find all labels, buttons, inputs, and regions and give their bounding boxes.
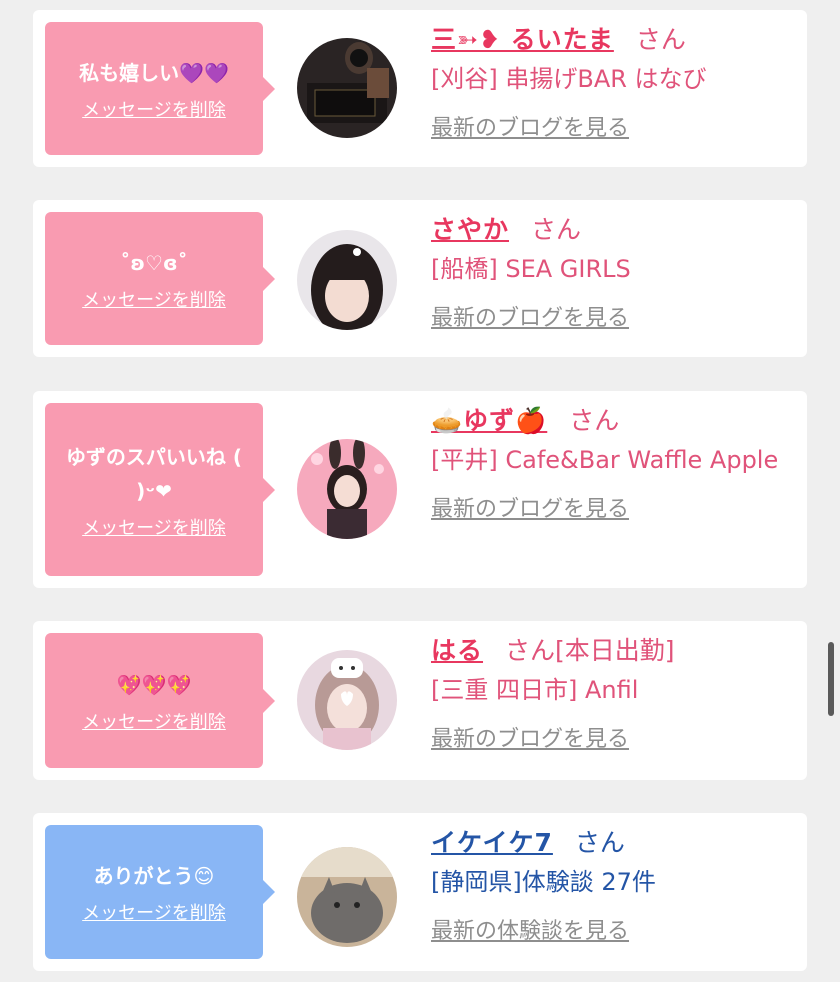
girl-name-link[interactable]: さやか xyxy=(431,215,509,244)
reviewer-name-link[interactable]: イケイケ7 xyxy=(431,828,553,857)
latest-blog-link[interactable]: 最新のブログを見る xyxy=(431,491,629,523)
latest-blog-link[interactable]: 最新のブログを見る xyxy=(431,300,629,332)
girl-name-link[interactable]: はる xyxy=(431,636,483,665)
girl-info: はる さん[本日出勤] [三重 四日市] Anfil 最新のブログを見る xyxy=(431,633,801,753)
scrollbar[interactable] xyxy=(828,642,834,716)
message-card: 💖💖💖 メッセージを削除 はる さん[本日出勤] [三重 四日市] Anfil 最… xyxy=(33,621,807,780)
honorific: さん xyxy=(574,828,625,857)
avatar[interactable] xyxy=(297,439,397,539)
avatar[interactable] xyxy=(297,230,397,330)
message-card: ありがとう😊 メッセージを削除 イケイケ7 さん [静岡県]体験談 27件 最新の… xyxy=(33,813,807,971)
message-text: ゆずのスパいいね ( )ᵕ❤︎ xyxy=(65,444,243,503)
message-card: 私も嬉しい💜💜 メッセージを削除 三➳❥ るいたま さん [刈谷] 串揚げBAR … xyxy=(33,10,807,167)
girl-info: イケイケ7 さん [静岡県]体験談 27件 最新の体験談を見る xyxy=(431,825,801,945)
delete-message-link[interactable]: メッセージを削除 xyxy=(82,708,226,734)
message-text: ありがとう😊 xyxy=(93,864,215,888)
message-text: 私も嬉しい💜💜 xyxy=(79,60,229,85)
message-bubble: ゆずのスパいいね ( )ᵕ❤︎ メッセージを削除 xyxy=(45,403,275,576)
girl-info: 🥧ゆず🍎 さん [平井] Cafe&Bar Waffle Apple 最新のブログ… xyxy=(431,403,801,523)
message-bubble: ˚ʚ♡ɞ˚ メッセージを削除 xyxy=(45,212,275,345)
shop-name: [三重 四日市] Anfil xyxy=(431,676,639,704)
message-card: ˚ʚ♡ɞ˚ メッセージを削除 さやか さん [船橋] SEA GIRLS 最新のブ… xyxy=(33,200,807,357)
review-count: [静岡県]体験談 27件 xyxy=(431,868,656,896)
latest-review-link[interactable]: 最新の体験談を見る xyxy=(431,913,629,945)
latest-blog-link[interactable]: 最新のブログを見る xyxy=(431,721,629,753)
girl-name-link[interactable]: 三➳❥ るいたま xyxy=(431,25,614,54)
message-bubble: 💖💖💖 メッセージを削除 xyxy=(45,633,275,768)
shop-name: [船橋] SEA GIRLS xyxy=(431,255,631,283)
message-text: 💖💖💖 xyxy=(116,672,192,697)
delete-message-link[interactable]: メッセージを削除 xyxy=(82,96,226,122)
avatar[interactable] xyxy=(297,38,397,138)
message-bubble: ありがとう😊 メッセージを削除 xyxy=(45,825,275,959)
girl-info: さやか さん [船橋] SEA GIRLS 最新のブログを見る xyxy=(431,212,801,332)
honorific: さん[本日出勤] xyxy=(505,636,675,665)
girl-name-link[interactable]: 🥧ゆず🍎 xyxy=(431,406,547,435)
delete-message-link[interactable]: メッセージを削除 xyxy=(82,514,226,540)
message-text: ˚ʚ♡ɞ˚ xyxy=(120,250,188,275)
avatar[interactable] xyxy=(297,847,397,947)
message-bubble: 私も嬉しい💜💜 メッセージを削除 xyxy=(45,22,275,155)
honorific: さん xyxy=(531,215,582,244)
avatar[interactable] xyxy=(297,650,397,750)
delete-message-link[interactable]: メッセージを削除 xyxy=(82,899,226,925)
shop-name: [刈谷] 串揚げBAR はなび xyxy=(431,65,707,93)
girl-info: 三➳❥ るいたま さん [刈谷] 串揚げBAR はなび 最新のブログを見る xyxy=(431,22,801,142)
honorific: さん xyxy=(569,406,620,435)
message-card: ゆずのスパいいね ( )ᵕ❤︎ メッセージを削除 🥧ゆず🍎 さん [平井] Caf… xyxy=(33,391,807,588)
honorific: さん xyxy=(635,25,686,54)
shop-name: [平井] Cafe&Bar Waffle Apple xyxy=(431,446,779,474)
delete-message-link[interactable]: メッセージを削除 xyxy=(82,286,226,312)
latest-blog-link[interactable]: 最新のブログを見る xyxy=(431,110,629,142)
